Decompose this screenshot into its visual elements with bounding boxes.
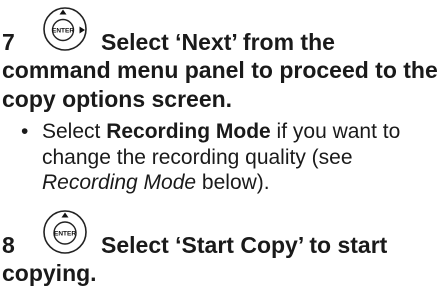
manual-page: { "step7": { "number": "7", "icon": "ent… xyxy=(0,0,447,287)
enter-right-button-icon: ENTER xyxy=(43,7,87,51)
recording-mode-reference: Recording Mode xyxy=(42,171,197,194)
tip-line-3: Recording Mode below). xyxy=(42,170,400,196)
svg-text:ENTER: ENTER xyxy=(54,231,76,238)
step-8-body-line-1: copying. xyxy=(2,260,97,286)
step-8-headline: Select ‘Start Copy’ to start xyxy=(101,232,388,258)
step-7-body-line-2: copy options screen. xyxy=(2,86,233,112)
tip-text-2: if you want to xyxy=(270,120,401,143)
step-8-number: 8 xyxy=(2,232,15,258)
bullet-dot: • xyxy=(21,120,29,143)
step-7-body-line-1: command menu panel to proceed to the xyxy=(2,57,438,83)
tip-line-2: change the recording quality (see xyxy=(42,145,353,169)
tip-line-1: Select Recording Mode if you want to xyxy=(42,119,400,145)
svg-text:ENTER: ENTER xyxy=(52,28,74,35)
step-7-number: 7 xyxy=(2,29,15,55)
recording-mode-term: Recording Mode xyxy=(106,120,271,143)
enter-button-icon: ENTER xyxy=(43,210,87,254)
tip-text-3: below). xyxy=(196,171,270,194)
tip-text: Select Recording Mode if you want to cha… xyxy=(42,119,400,196)
step-7-headline: Select ‘Next’ from the xyxy=(101,29,335,55)
tip-text-1: Select xyxy=(42,120,107,143)
